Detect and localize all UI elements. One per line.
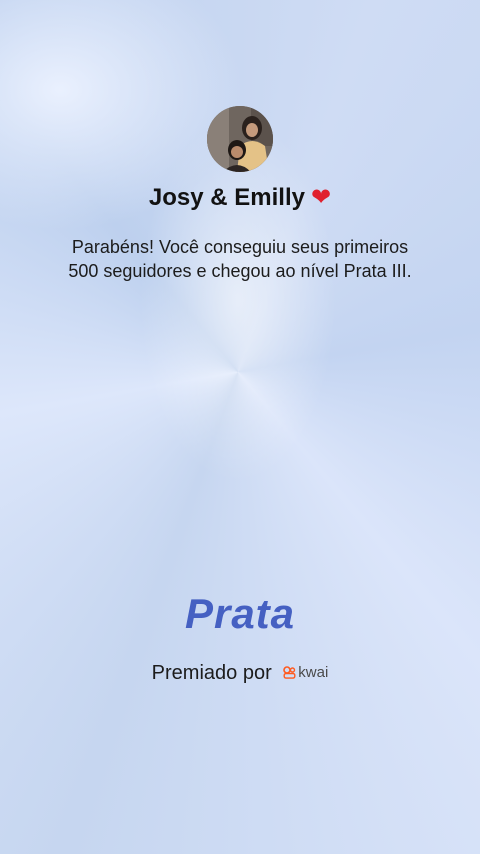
- profile-avatar[interactable]: [207, 106, 273, 172]
- kwai-brand: kwai: [283, 664, 328, 681]
- profile-name-text: Josy & Emilly: [148, 184, 305, 211]
- award-label: Premiado por: [151, 662, 272, 684]
- kwai-brand-text: kwai: [298, 664, 329, 681]
- award-line: Premiado por kwai: [0, 662, 480, 685]
- profile-photo: [207, 106, 273, 172]
- heart-icon: ❤: [310, 183, 332, 211]
- profile-name: Josy & Emilly ❤: [0, 183, 480, 212]
- congrats-message: Parabéns! Você conseguiu seus primeiros …: [68, 237, 412, 281]
- kwai-logo-icon: [283, 666, 296, 679]
- level-title: Prata: [184, 590, 296, 637]
